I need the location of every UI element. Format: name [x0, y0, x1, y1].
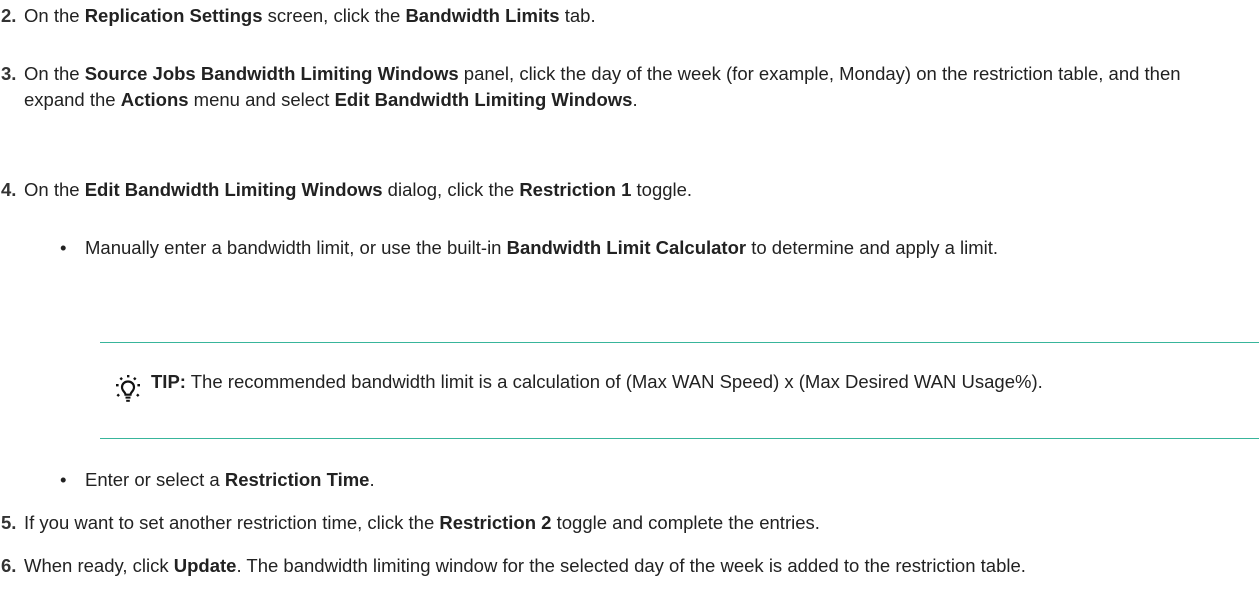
step-number: 5. [1, 512, 17, 533]
bullet-item: • Enter or select a Restriction Time. [60, 467, 1219, 493]
step-4: 4. On the Edit Bandwidth Limiting Window… [0, 177, 1195, 203]
lightbulb-icon [116, 375, 140, 402]
step-number: 3. [1, 63, 17, 84]
tip-note: TIP: The recommended bandwidth limit is … [151, 369, 1199, 395]
step-text: On the Edit Bandwidth Limiting Windows d… [24, 179, 693, 200]
step-text: If you want to set another restriction t… [24, 512, 820, 533]
step-text: On the Replication Settings screen, clic… [24, 5, 596, 26]
bullet-text: Manually enter a bandwidth limit, or use… [85, 237, 999, 258]
tip-label: TIP: [151, 371, 186, 392]
step-number: 6. [1, 555, 17, 576]
bullet-marker: • [60, 469, 67, 490]
tip-text: The recommended bandwidth limit is a cal… [185, 371, 1043, 392]
step-5: 5. If you want to set another restrictio… [0, 510, 1195, 536]
bullet-marker: • [60, 237, 67, 258]
step-text: On the Source Jobs Bandwidth Limiting Wi… [24, 63, 1181, 111]
bullet-text: Enter or select a Restriction Time. [85, 469, 375, 490]
step-number: 4. [1, 179, 17, 200]
document-body: 2. On the Replication Settings screen, c… [0, 0, 1259, 613]
bullet-item: • Manually enter a bandwidth limit, or u… [60, 235, 1219, 261]
step-3: 3. On the Source Jobs Bandwidth Limiting… [0, 61, 1195, 114]
tip-top-rule [100, 342, 1259, 343]
tip-bottom-rule [100, 438, 1259, 439]
step-text: When ready, click Update. The bandwidth … [24, 555, 1026, 576]
step-2: 2. On the Replication Settings screen, c… [0, 3, 1195, 29]
step-number: 2. [1, 5, 17, 26]
step-6: 6. When ready, click Update. The bandwid… [0, 553, 1203, 579]
